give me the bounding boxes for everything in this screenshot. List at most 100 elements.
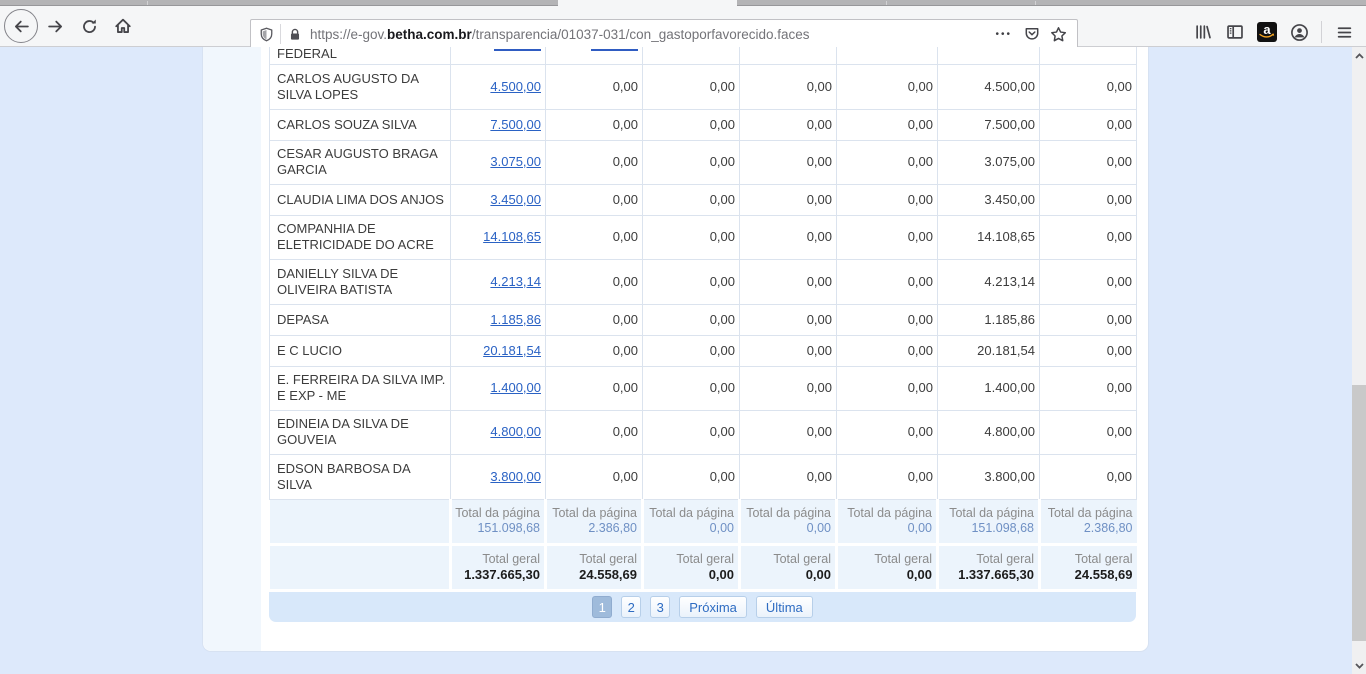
next-page-button[interactable]: Próxima bbox=[679, 596, 747, 618]
value-link[interactable]: 4.500,00 bbox=[490, 79, 541, 94]
total-value: 0,00 bbox=[743, 521, 831, 536]
value-link[interactable]: 3.800,00 bbox=[490, 469, 541, 484]
amazon-extension-icon[interactable]: a bbox=[1251, 16, 1283, 48]
page-background: FEDERAL CARLOS AUGUSTO DA SILVA LOPES4.5… bbox=[0, 47, 1366, 674]
total-cell: Total da página2.386,80 bbox=[1040, 499, 1137, 544]
value-link[interactable]: 20.181,54 bbox=[483, 343, 541, 358]
total-label: Total da página bbox=[549, 506, 637, 521]
value-cell: 0,00 bbox=[740, 215, 837, 259]
total-cell: Total geral1.337.665,30 bbox=[451, 544, 546, 589]
forward-button[interactable] bbox=[38, 9, 72, 43]
bookmark-star-icon[interactable] bbox=[1045, 21, 1071, 47]
value-link[interactable]: 4.800,00 bbox=[490, 424, 541, 439]
total-value: 24.558,69 bbox=[549, 567, 637, 582]
totals-overall-row: Total geral1.337.665,30Total geral24.558… bbox=[270, 544, 1137, 589]
value-cell: 0,00 bbox=[837, 259, 938, 304]
page-button-1[interactable]: 1 bbox=[592, 596, 612, 618]
total-value: 0,00 bbox=[840, 521, 932, 536]
tracking-protection-shield-icon[interactable] bbox=[259, 26, 274, 43]
total-cell: Total geral1.337.665,30 bbox=[938, 544, 1040, 589]
value-cell: 0,00 bbox=[1040, 184, 1137, 215]
value-cell: 0,00 bbox=[643, 410, 740, 454]
back-button[interactable] bbox=[4, 9, 38, 43]
favorecido-name: DANIELLY SILVA DE OLIVEIRA BATISTA bbox=[270, 259, 451, 304]
page-button-2[interactable]: 2 bbox=[621, 596, 641, 618]
value-cell[interactable] bbox=[451, 47, 546, 64]
pocket-icon[interactable] bbox=[1019, 21, 1045, 47]
card-left-strip bbox=[203, 47, 261, 651]
total-label: Total geral bbox=[1043, 552, 1133, 567]
home-icon bbox=[114, 17, 132, 35]
menu-icon[interactable] bbox=[1328, 16, 1360, 48]
library-icon[interactable] bbox=[1187, 16, 1219, 48]
cut-link[interactable] bbox=[494, 49, 541, 51]
value-link[interactable]: 14.108,65 bbox=[483, 229, 541, 244]
value-link[interactable]: 1.400,00 bbox=[490, 380, 541, 395]
url-text[interactable]: https://e-gov.betha.com.br/transparencia… bbox=[310, 27, 988, 42]
page-button-3[interactable]: 3 bbox=[650, 596, 670, 618]
total-label: Total geral bbox=[549, 552, 637, 567]
last-page-button[interactable]: Última bbox=[756, 596, 813, 618]
value-cell: 20.181,54 bbox=[938, 335, 1040, 366]
value-cell bbox=[1040, 47, 1137, 64]
total-empty-cell bbox=[270, 544, 451, 589]
total-cell: Total da página151.098,68 bbox=[938, 499, 1040, 544]
table-row: DEPASA1.185,860,000,000,000,001.185,860,… bbox=[270, 304, 1137, 335]
total-cell: Total da página0,00 bbox=[837, 499, 938, 544]
page-actions-icon[interactable]: ••• bbox=[988, 29, 1019, 40]
value-cell: 4.500,00 bbox=[451, 64, 546, 109]
value-cell: 4.213,14 bbox=[938, 259, 1040, 304]
value-cell: 0,00 bbox=[546, 335, 643, 366]
back-icon bbox=[13, 18, 30, 35]
value-cell: 0,00 bbox=[546, 259, 643, 304]
value-cell bbox=[938, 47, 1040, 64]
value-link[interactable]: 3.450,00 bbox=[490, 192, 541, 207]
value-link[interactable]: 3.075,00 bbox=[490, 154, 541, 169]
table-row: E. FERREIRA DA SILVA IMP. E EXP - ME 1.40… bbox=[270, 366, 1137, 410]
scrollbar-thumb[interactable] bbox=[1352, 385, 1366, 641]
cut-link[interactable] bbox=[591, 49, 638, 51]
value-cell: 0,00 bbox=[837, 109, 938, 140]
value-cell[interactable] bbox=[546, 47, 643, 64]
scroll-up-icon[interactable] bbox=[1352, 49, 1366, 63]
sidebar-icon[interactable] bbox=[1219, 16, 1251, 48]
value-cell: 0,00 bbox=[546, 184, 643, 215]
total-cell: Total da página151.098,68 bbox=[451, 499, 546, 544]
total-value: 0,00 bbox=[840, 567, 932, 582]
account-icon[interactable] bbox=[1283, 16, 1315, 48]
favorecidos-rows: FEDERAL CARLOS AUGUSTO DA SILVA LOPES4.5… bbox=[270, 47, 1137, 589]
value-cell: 0,00 bbox=[837, 304, 938, 335]
value-cell: 0,00 bbox=[837, 215, 938, 259]
value-cell: 4.500,00 bbox=[938, 64, 1040, 109]
content-card: FEDERAL CARLOS AUGUSTO DA SILVA LOPES4.5… bbox=[202, 47, 1149, 652]
value-link[interactable]: 7.500,00 bbox=[490, 117, 541, 132]
total-label: Total geral bbox=[840, 552, 932, 567]
value-cell: 4.213,14 bbox=[451, 259, 546, 304]
reload-button[interactable] bbox=[72, 9, 106, 43]
value-cell: 3.800,00 bbox=[938, 454, 1040, 499]
value-cell: 7.500,00 bbox=[451, 109, 546, 140]
favorecido-name: DEPASA bbox=[270, 304, 451, 335]
value-cell: 0,00 bbox=[837, 366, 938, 410]
vertical-scrollbar[interactable] bbox=[1352, 47, 1366, 674]
url-bar[interactable]: https://e-gov.betha.com.br/transparencia… bbox=[250, 19, 1078, 49]
value-cell: 0,00 bbox=[1040, 140, 1137, 184]
home-button[interactable] bbox=[106, 9, 140, 43]
favorecido-name: E. FERREIRA DA SILVA IMP. E EXP - ME bbox=[270, 366, 451, 410]
value-cell: 0,00 bbox=[837, 335, 938, 366]
value-link[interactable]: 4.213,14 bbox=[490, 274, 541, 289]
total-value: 0,00 bbox=[646, 521, 734, 536]
value-cell: 0,00 bbox=[1040, 109, 1137, 140]
total-value: 1.337.665,30 bbox=[941, 567, 1034, 582]
value-cell: 0,00 bbox=[740, 454, 837, 499]
value-cell: 14.108,65 bbox=[451, 215, 546, 259]
favorecido-name: EDINEIA DA SILVA DE GOUVEIA bbox=[270, 410, 451, 454]
value-cell bbox=[740, 47, 837, 64]
value-cell: 0,00 bbox=[1040, 64, 1137, 109]
value-link[interactable]: 1.185,86 bbox=[490, 312, 541, 327]
value-cell: 0,00 bbox=[740, 64, 837, 109]
total-value: 0,00 bbox=[743, 567, 831, 582]
scroll-down-icon[interactable] bbox=[1352, 659, 1366, 673]
total-label: Total geral bbox=[743, 552, 831, 567]
total-empty-cell bbox=[270, 499, 451, 544]
